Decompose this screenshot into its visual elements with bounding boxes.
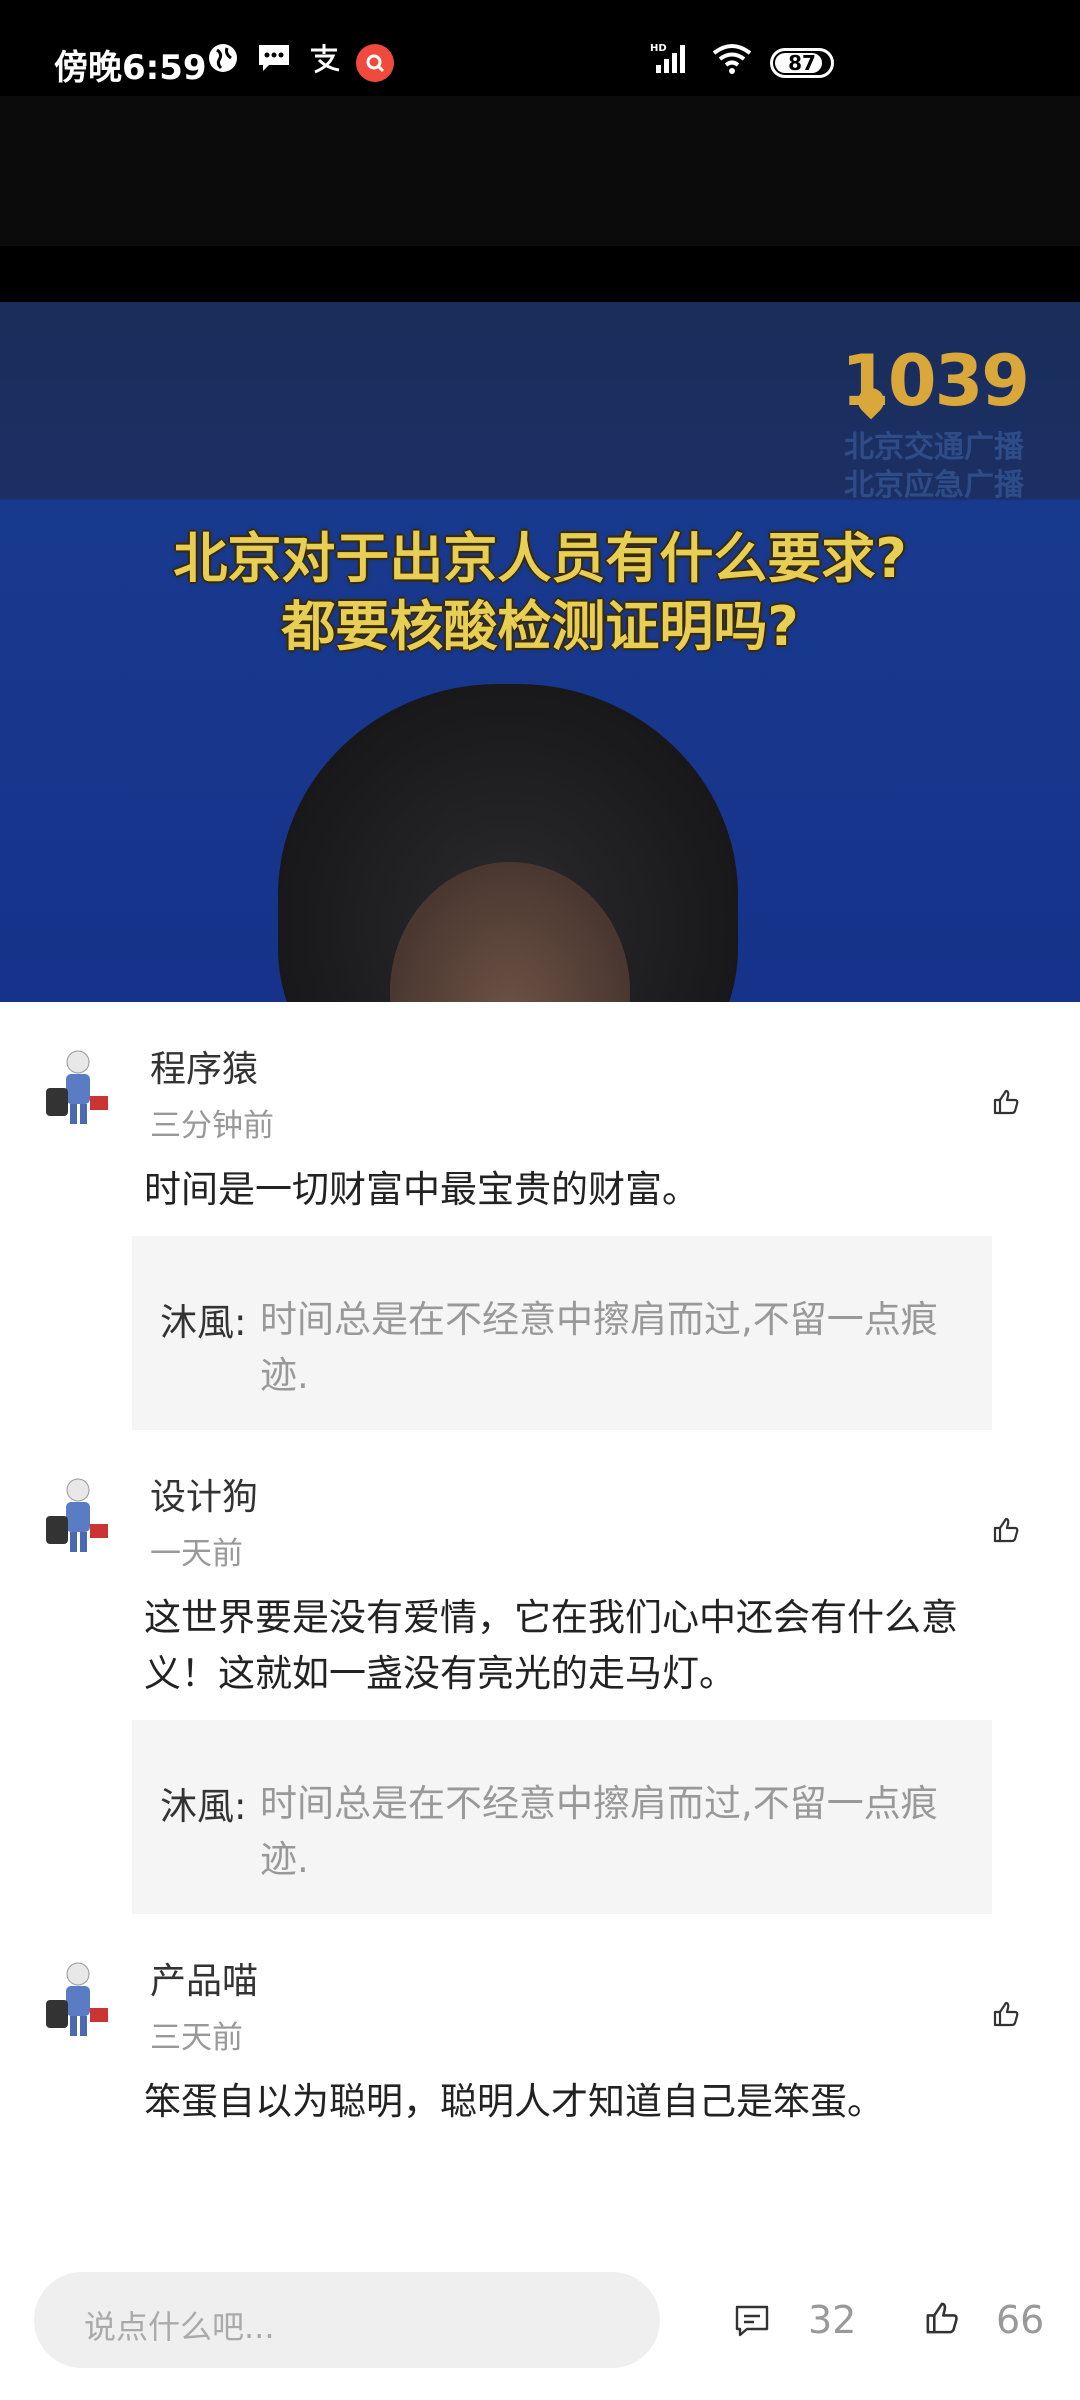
thumbs-up-icon[interactable] xyxy=(924,2300,960,2336)
svg-text:HD: HD xyxy=(650,43,667,54)
browser-globe-icon xyxy=(206,40,240,76)
thumbs-up-icon[interactable] xyxy=(992,1088,1020,1116)
comment-time: 三天前 xyxy=(150,2020,243,2056)
comment-time: 一天前 xyxy=(150,1536,243,1572)
reply-text: 时间总是在不经意中擦肩而过,不留一点痕迹. xyxy=(260,1782,938,1881)
comment-icon[interactable] xyxy=(734,2304,770,2338)
comment-count[interactable]: 32 xyxy=(808,2298,856,2342)
reply-text: 时间总是在不经意中擦肩而过,不留一点痕迹. xyxy=(260,1298,938,1397)
status-bar: 傍晚6:59 HD 87 xyxy=(0,0,1080,96)
battery-icon: 87 xyxy=(770,48,834,78)
reply-author: 沐風: xyxy=(160,1301,247,1344)
thumbs-up-icon[interactable] xyxy=(992,1516,1020,1544)
comment-input-placeholder: 说点什么吧... xyxy=(84,2308,275,2346)
notification-badge-icon xyxy=(356,44,394,82)
reply-box[interactable]: 沐風: 时间总是在不经意中擦肩而过,不留一点痕迹. xyxy=(132,1720,992,1914)
avatar[interactable] xyxy=(40,1960,116,2042)
comment-text: 时间是一切财富中最宝贵的财富。 xyxy=(144,1168,699,1211)
video-headline-line2: 都要核酸检测证明吗? xyxy=(281,595,799,658)
alipay-icon xyxy=(306,40,342,76)
avatar[interactable] xyxy=(40,1476,116,1558)
comment-text: 笨蛋自以为聪明，聪明人才知道自己是笨蛋。 xyxy=(144,2080,884,2123)
station-logo-line2: 北京应急广播 xyxy=(844,468,1024,503)
wifi-icon xyxy=(710,40,754,76)
video-player[interactable]: 1039 北京交通广播 北京应急广播 北京对于出京人员有什么要求? 都要核酸检测… xyxy=(0,302,1080,1002)
status-time: 傍晚6:59 xyxy=(54,48,207,88)
comment-time: 三分钟前 xyxy=(150,1108,274,1144)
avatar[interactable] xyxy=(40,1048,116,1130)
hd-signal-icon: HD xyxy=(650,40,694,76)
comment-author: 产品喵 xyxy=(150,1961,259,2002)
message-icon xyxy=(256,40,292,76)
reply-box[interactable]: 沐風: 时间总是在不经意中擦肩而过,不留一点痕迹. xyxy=(132,1236,992,1430)
comment-text: 这世界要是没有爱情，它在我们心中还会有什么意义！这就如一盏没有亮光的走马灯。 xyxy=(144,1596,958,1695)
reply-author: 沐風: xyxy=(160,1785,247,1828)
video-letterbox xyxy=(0,96,1080,302)
comment-input[interactable]: 说点什么吧... xyxy=(34,2272,660,2368)
comment-author: 程序猿 xyxy=(150,1049,259,1090)
comment-author: 设计狗 xyxy=(150,1477,259,1518)
like-count[interactable]: 66 xyxy=(996,2298,1044,2342)
thumbs-up-icon[interactable] xyxy=(992,2000,1020,2028)
battery-level: 87 xyxy=(788,51,816,75)
